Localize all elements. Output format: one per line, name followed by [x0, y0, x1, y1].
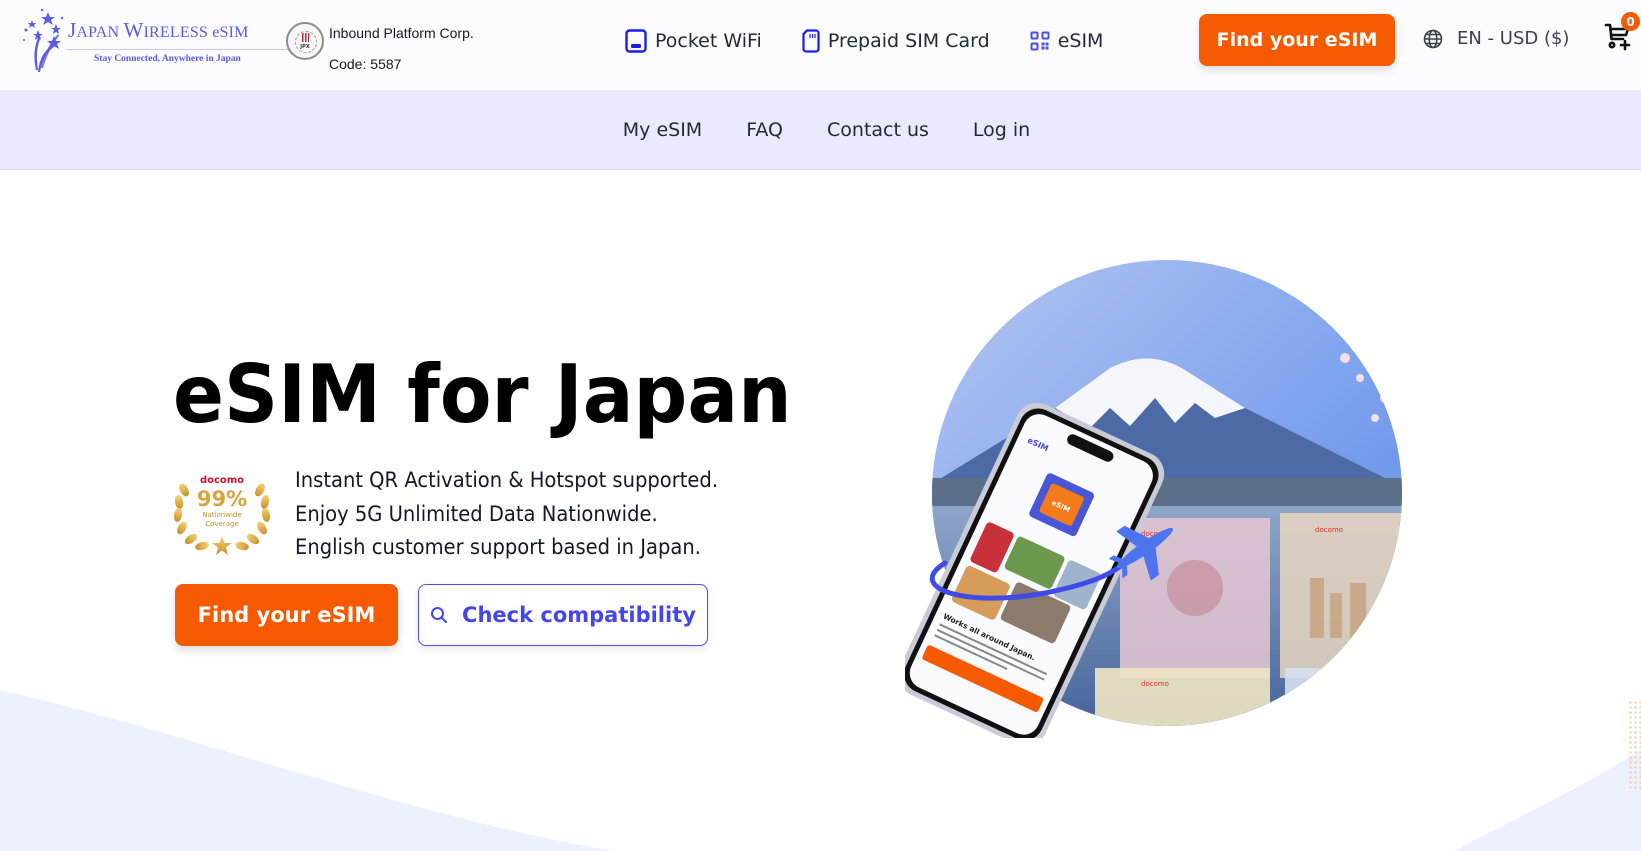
- feature-item: English customer support based in Japan.: [295, 535, 701, 559]
- pocket-wifi-icon: [625, 29, 647, 53]
- feature-item: Enjoy 5G Unlimited Data Nationwide.: [295, 501, 658, 526]
- feature-list: Instant QR Activation & Hotspot supporte…: [295, 464, 718, 565]
- main-nav: Pocket WiFi Prepaid SIM Card eSIM: [625, 24, 1143, 58]
- card-brand: docomo: [1141, 680, 1169, 688]
- seal-mark: [302, 33, 309, 42]
- jpx-seal-icon: JPX: [286, 22, 324, 60]
- top-header: JAPAN WIRELESS eSIM Stay Connected, Anyw…: [0, 0, 1641, 88]
- nav-prepaid-sim[interactable]: Prepaid SIM Card: [802, 24, 990, 58]
- cart-count-badge: 0: [1621, 12, 1640, 31]
- globe-icon: [1423, 29, 1443, 48]
- subnav-log-in[interactable]: Log in: [973, 119, 1030, 141]
- nav-pocket-wifi[interactable]: Pocket WiFi: [625, 24, 762, 58]
- feature-item: Instant QR Activation & Hotspot supporte…: [295, 468, 719, 492]
- site-logo[interactable]: JAPAN WIRELESS eSIM Stay Connected, Anyw…: [18, 6, 292, 74]
- logo-title: JAPAN WIRELESS eSIM: [68, 18, 249, 42]
- secondary-nav: My eSIM FAQ Contact us Log in: [0, 90, 1641, 170]
- badge-brand: docomo: [200, 475, 244, 486]
- nav-esim[interactable]: eSIM: [1030, 24, 1104, 58]
- logo-divider: [66, 49, 292, 50]
- laurel-badge-icon: docomo 99% Nationwide Coverage: [173, 475, 271, 555]
- docomo-coverage-badge: docomo 99% Nationwide Coverage: [172, 470, 272, 555]
- sim-card-icon: [802, 29, 820, 53]
- badge-percent: 99%: [197, 487, 247, 511]
- badge-line1: Nationwide: [202, 511, 241, 519]
- language-currency-selector[interactable]: EN - USD ($): [1423, 28, 1569, 49]
- language-label: EN - USD ($): [1457, 28, 1570, 49]
- card-brand: docomo: [1315, 526, 1343, 534]
- check-compatibility-button[interactable]: Check compatibility: [418, 584, 708, 646]
- subnav-faq[interactable]: FAQ: [746, 119, 783, 141]
- qr-code-icon: [1030, 31, 1050, 51]
- corp-code: Code: 5587: [329, 56, 402, 72]
- nav-label: Pocket WiFi: [655, 30, 762, 52]
- corp-name: Inbound Platform Corp.: [329, 25, 474, 41]
- hero-title: eSIM for Japan: [173, 348, 792, 441]
- subnav-my-esim[interactable]: My eSIM: [623, 119, 702, 141]
- search-icon: [431, 607, 448, 623]
- check-compatibility-label: Check compatibility: [462, 603, 696, 627]
- fireworks-logo-icon: [23, 8, 64, 72]
- nav-label: Prepaid SIM Card: [827, 30, 990, 52]
- decorative-dots: [1628, 700, 1641, 790]
- seal-label: JPX: [300, 44, 310, 50]
- find-esim-button[interactable]: Find your eSIM: [175, 584, 398, 646]
- badge-line2: Coverage: [205, 520, 239, 528]
- hero-illustration: docomo docomo docomo eSIM eSIM Works all…: [905, 260, 1402, 738]
- find-esim-header-button[interactable]: Find your eSIM: [1199, 14, 1395, 66]
- corporate-info: Inbound Platform Corp. Code: 5587: [329, 18, 474, 80]
- logo-tagline: Stay Connected, Anywhere in Japan: [94, 54, 241, 64]
- subnav-contact-us[interactable]: Contact us: [827, 119, 929, 141]
- nav-label: eSIM: [1057, 30, 1104, 52]
